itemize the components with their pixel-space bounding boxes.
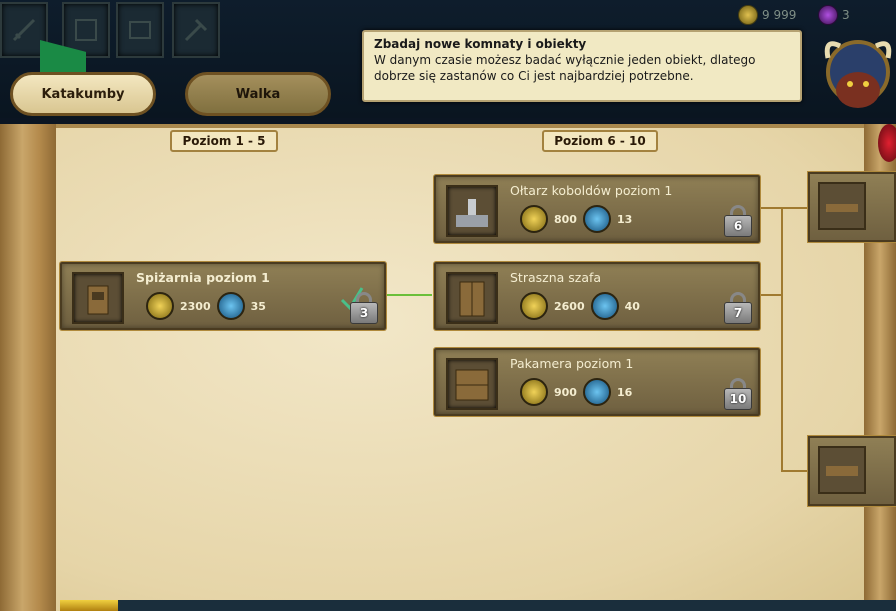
blue-gem-icon <box>582 378 611 406</box>
storeroom-thumbnail <box>446 358 498 410</box>
level-range-1-5: Poziom 1 - 5 <box>170 130 278 152</box>
node-cost: 2600 40 <box>520 292 640 320</box>
gem-cost: 16 <box>616 385 633 399</box>
node-cost: 900 16 <box>520 378 632 406</box>
lock-icon: 7 <box>724 292 752 324</box>
top-bar: 9 999 3 Katakumby Walka Zbadaj nowe komn… <box>0 0 896 118</box>
gold-coin-icon <box>520 205 548 233</box>
pantry-thumbnail <box>72 272 124 324</box>
bottom-progress-bar <box>60 600 896 611</box>
altar-thumbnail <box>446 185 498 237</box>
cabinet-icon <box>87 285 109 315</box>
gold-coin-icon <box>146 292 174 320</box>
node-cost: 800 13 <box>520 205 632 233</box>
connector-line <box>781 207 783 471</box>
inventory-slot-4[interactable] <box>172 2 220 58</box>
connector-line <box>386 294 432 296</box>
gold-amount: 9 999 <box>762 8 797 22</box>
gem-cost: 40 <box>624 299 640 313</box>
node-cost: 2300 35 <box>146 292 266 320</box>
lock-icon: 6 <box>724 205 752 237</box>
blue-gem-icon <box>582 205 611 233</box>
banner-icon <box>129 21 151 39</box>
bench-icon <box>826 466 858 476</box>
gold-cost: 2600 <box>554 299 585 313</box>
info-tooltip: Zbadaj nowe komnaty i obiekty W danym cz… <box>362 30 802 102</box>
tab-walka[interactable]: Walka <box>185 72 331 116</box>
demon-avatar-icon[interactable] <box>818 28 896 112</box>
gold-coin-icon <box>738 5 758 25</box>
gold-cost: 2300 <box>180 299 211 313</box>
table-thumbnail <box>818 182 866 230</box>
required-level: 3 <box>359 306 369 320</box>
sword-icon <box>12 18 36 42</box>
required-level: 10 <box>729 392 747 406</box>
research-node-spizarnia[interactable]: Spiżarnia poziom 1 2300 35 3 <box>60 262 386 330</box>
inventory-slot-3[interactable] <box>116 2 164 58</box>
node-title: Ołtarz koboldów poziom 1 <box>510 183 673 198</box>
gold-coin-icon <box>520 292 548 320</box>
gold-coin-icon <box>520 378 548 406</box>
level-range-6-10: Poziom 6 - 10 <box>542 130 658 152</box>
node-title: Pakamera poziom 1 <box>510 356 634 371</box>
lock-icon: 3 <box>350 292 378 324</box>
gold-counter: 9 999 <box>738 4 796 26</box>
tab-walka-label: Walka <box>235 86 281 102</box>
gold-cost: 800 <box>554 212 577 226</box>
game-screen: 9 999 3 Katakumby Walka Zbadaj nowe komn… <box>0 0 896 611</box>
tooltip-line-1: W danym czasie możesz badać wyłącznie je… <box>374 53 756 67</box>
tab-katakumby-label: Katakumby <box>41 86 125 102</box>
research-node-szafa[interactable]: Straszna szafa 2600 40 7 <box>434 262 760 330</box>
research-node-next-1[interactable] <box>808 172 896 242</box>
blue-gem-icon <box>590 292 619 320</box>
gem-cost: 35 <box>250 299 266 313</box>
red-gem-ornament <box>878 124 896 162</box>
tab-katakumby[interactable]: Katakumby <box>10 72 156 116</box>
hammer-icon <box>184 18 208 42</box>
wardrobe-icon <box>459 281 485 317</box>
bottom-progress-fill <box>60 600 118 611</box>
gem-amount: 3 <box>842 8 850 22</box>
level-range-2-label: Poziom 6 - 10 <box>554 134 646 148</box>
level-range-1-label: Poziom 1 - 5 <box>182 134 266 148</box>
shelf-icon <box>455 369 489 401</box>
required-level: 7 <box>733 306 743 320</box>
gem-cost: 13 <box>616 212 633 226</box>
node-title: Spiżarnia poziom 1 <box>136 270 270 285</box>
research-node-oltarz[interactable]: Ołtarz koboldów poziom 1 800 13 6 <box>434 175 760 243</box>
blue-gem-icon <box>216 292 245 320</box>
node-title: Straszna szafa <box>510 270 602 285</box>
gem-icon <box>818 5 838 25</box>
research-node-pakamera[interactable]: Pakamera poziom 1 900 16 10 <box>434 348 760 416</box>
wardrobe-thumbnail <box>446 272 498 324</box>
torture-rack-icon <box>826 204 858 212</box>
tooltip-line-2: dobrze się zastanów co Ci jest najbardzi… <box>374 69 694 83</box>
altar-icon <box>456 199 488 227</box>
gold-cost: 900 <box>554 385 577 399</box>
research-node-next-2[interactable] <box>808 436 896 506</box>
connector-line <box>760 294 782 296</box>
required-level: 6 <box>733 219 743 233</box>
gem-counter: 3 <box>818 4 850 26</box>
shield-icon <box>75 19 97 41</box>
scroll-left-edge <box>0 124 56 611</box>
tooltip-title: Zbadaj nowe komnaty i obiekty <box>374 37 587 51</box>
bench-thumbnail <box>818 446 866 494</box>
lock-icon: 10 <box>724 378 752 410</box>
